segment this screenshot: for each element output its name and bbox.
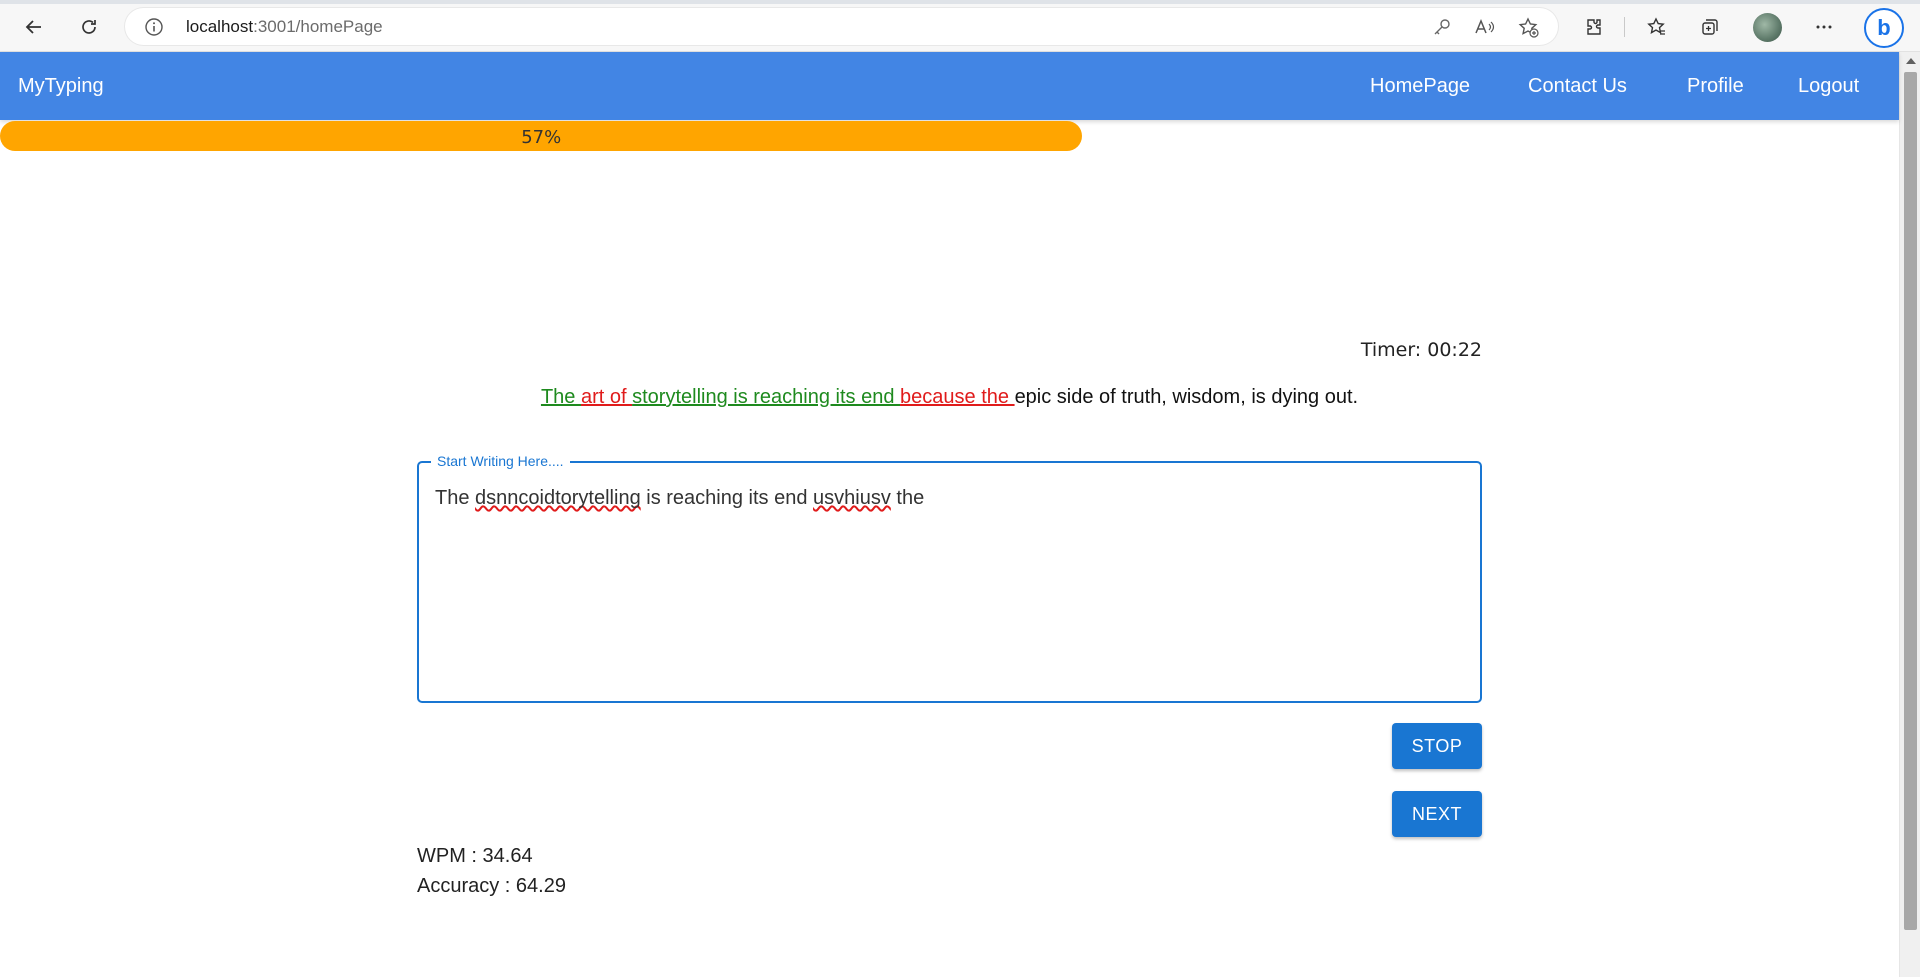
refresh-icon[interactable] — [73, 11, 105, 43]
nav-logout[interactable]: Logout — [1798, 75, 1859, 98]
read-aloud-icon[interactable] — [1473, 16, 1495, 38]
typing-input-value[interactable]: The dsnncoidtorytelling is reaching its … — [435, 487, 924, 510]
scroll-up-arrow-icon[interactable] — [1906, 58, 1916, 64]
scrollbar-thumb[interactable] — [1904, 72, 1917, 930]
address-bar[interactable]: localhost:3001/homePage — [125, 8, 1558, 45]
more-icon[interactable] — [1808, 11, 1840, 43]
progress-bar: 57% — [0, 121, 1083, 151]
nav-contact-us[interactable]: Contact Us — [1528, 75, 1627, 98]
bing-icon[interactable]: b — [1864, 8, 1904, 48]
sentence-segment-pending: epic side of truth, wisdom, is dying out… — [1014, 386, 1359, 408]
add-favorite-icon[interactable] — [1517, 16, 1539, 38]
tab-strip-edge — [0, 0, 1920, 4]
typed-word: is reaching its end — [640, 487, 814, 509]
nav-homepage[interactable]: HomePage — [1370, 75, 1470, 98]
target-sentence: The art of storytelling is reaching its … — [0, 386, 1899, 409]
typed-word: The — [435, 487, 476, 509]
toolbar-separator — [1624, 17, 1625, 37]
sentence-segment-correct: The — [540, 386, 581, 408]
stop-button[interactable]: STOP — [1392, 723, 1482, 769]
accuracy-stat: Accuracy : 64.29 — [417, 875, 566, 897]
app-header: MyTyping HomePage Contact Us Profile Log… — [0, 52, 1899, 120]
back-icon[interactable] — [18, 11, 50, 43]
typed-word-misspelled: usvhiusv — [813, 487, 891, 509]
nav-profile[interactable]: Profile — [1687, 75, 1744, 98]
extensions-icon[interactable] — [1578, 11, 1610, 43]
url-host: localhost — [186, 17, 254, 36]
collections-icon[interactable] — [1694, 11, 1726, 43]
url-path: :3001/homePage — [253, 17, 383, 36]
url-text: localhost:3001/homePage — [186, 17, 383, 37]
typed-word-misspelled: dsnncoidtorytelling — [475, 487, 641, 509]
next-button[interactable]: NEXT — [1392, 791, 1482, 837]
key-icon[interactable] — [1431, 16, 1453, 38]
timer: Timer: 00:22 — [1360, 339, 1482, 361]
browser-toolbar: localhost:3001/homePage b — [0, 0, 1920, 52]
profile-avatar[interactable] — [1753, 13, 1782, 42]
progress-label: 57% — [521, 127, 562, 148]
typing-input[interactable]: Start Writing Here.... The dsnncoidtoryt… — [417, 453, 1482, 703]
wpm-stat: WPM : 34.64 — [417, 845, 533, 867]
page-scrollbar[interactable] — [1899, 52, 1920, 977]
favorites-icon[interactable] — [1640, 11, 1672, 43]
sentence-segment-wrong: because the — [900, 386, 1015, 408]
brand-title[interactable]: MyTyping — [18, 75, 104, 98]
info-icon[interactable] — [144, 17, 164, 37]
typed-word: the — [890, 487, 925, 509]
typing-input-label: Start Writing Here.... — [431, 453, 570, 469]
sentence-segment-correct: storytelling is reaching its end — [632, 386, 901, 408]
sentence-segment-wrong: art of — [580, 386, 633, 408]
